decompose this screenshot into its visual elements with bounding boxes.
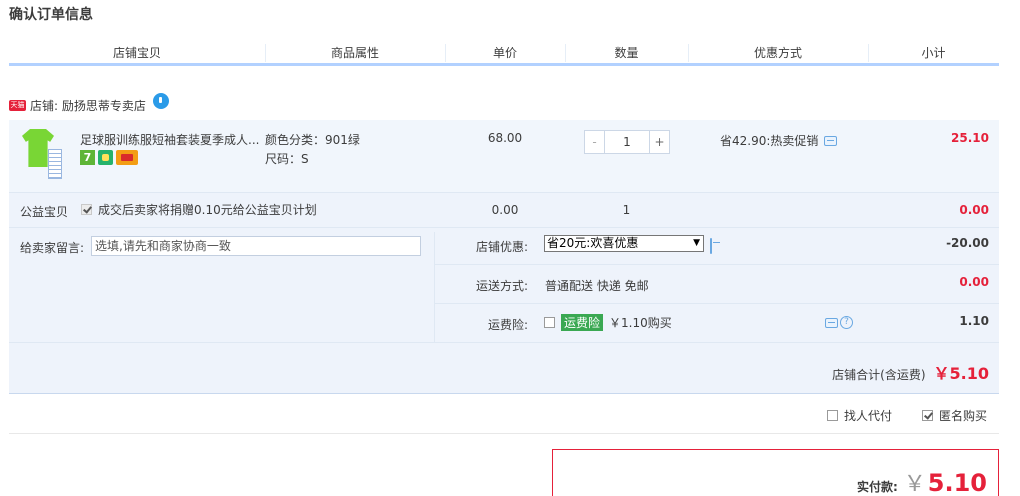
store-discount-select[interactable]: 省20元:欢喜优惠 bbox=[544, 235, 704, 252]
anonymous-option: 匿名购买 bbox=[922, 407, 987, 424]
quantity-stepper: - 1 + bbox=[584, 130, 670, 154]
row-divider bbox=[9, 192, 999, 193]
unit-price: 68.00 bbox=[487, 131, 523, 145]
shipping-label: 运送方式: bbox=[475, 279, 528, 293]
store-total-amount: ￥5.10 bbox=[933, 364, 989, 383]
item-subtotal: 25.10 bbox=[951, 131, 989, 145]
col-header-promo: 优惠方式 bbox=[753, 46, 802, 60]
shipping-value: 0.00 bbox=[959, 275, 989, 289]
help-icon[interactable]: ? bbox=[840, 316, 853, 329]
col-header-subtotal: 小计 bbox=[921, 46, 946, 60]
page-title: 确认订单信息 bbox=[9, 7, 93, 23]
store-total-label: 店铺合计(含运费) bbox=[832, 368, 926, 382]
anonymous-checkbox[interactable] bbox=[922, 410, 933, 421]
proxy-pay-option: 找人代付 bbox=[827, 407, 892, 424]
options-divider bbox=[9, 433, 999, 434]
currency-symbol: ￥ bbox=[903, 472, 926, 496]
insurance-value: 1.10 bbox=[959, 314, 989, 328]
product-thumbnail[interactable] bbox=[18, 129, 62, 179]
col-header-price: 单价 bbox=[492, 46, 517, 60]
product-title-link[interactable]: 足球服训练服短袖套装夏季成人... bbox=[80, 131, 260, 148]
qty-increment-button[interactable]: + bbox=[649, 131, 669, 153]
col-header-item: 店铺宝贝 bbox=[112, 46, 161, 60]
charity-label: 公益宝贝 bbox=[20, 205, 69, 219]
message-label: 给卖家留言: bbox=[20, 241, 85, 255]
payment-total: 实付款: ￥ 5.10 bbox=[857, 466, 987, 496]
row-divider bbox=[9, 227, 999, 228]
shopping-bag-icon[interactable] bbox=[98, 150, 113, 165]
charity-desc: 成交后卖家将捐赠0.10元给公益宝贝计划 bbox=[98, 203, 317, 217]
payment-label: 实付款: bbox=[856, 480, 898, 494]
row-divider bbox=[435, 264, 999, 265]
shipping-method: 普通配送 快递 免邮 bbox=[545, 279, 649, 293]
proxy-pay-label: 找人代付 bbox=[844, 409, 893, 423]
store-name-link[interactable]: 店铺: 励扬思蒂专卖店 bbox=[30, 97, 146, 114]
seven-day-return-icon[interactable]: 7 bbox=[80, 150, 95, 165]
insurance-checkbox[interactable] bbox=[544, 317, 555, 328]
insurance-price: ￥1.10购买 bbox=[609, 316, 672, 330]
col-header-attrs: 商品属性 bbox=[330, 46, 379, 60]
wangwang-chat-icon[interactable] bbox=[152, 93, 169, 109]
payment-amount: 5.10 bbox=[927, 469, 987, 496]
comment-icon[interactable] bbox=[825, 317, 838, 328]
charity-subtotal: 0.00 bbox=[959, 203, 989, 217]
qty-decrement-button[interactable]: - bbox=[585, 131, 605, 153]
panel-bottom-border bbox=[9, 393, 999, 394]
tmall-badge-icon: 天猫 bbox=[9, 99, 26, 111]
service-badges: 7 bbox=[80, 150, 138, 165]
comment-icon[interactable] bbox=[824, 135, 838, 146]
proxy-pay-checkbox[interactable] bbox=[827, 410, 838, 421]
attr-size: 尺码：S bbox=[265, 152, 309, 166]
promo-text: 省42.90:热卖促销 bbox=[720, 134, 819, 148]
credit-card-icon[interactable] bbox=[116, 150, 138, 165]
row-divider bbox=[435, 303, 999, 304]
store-row: 天猫 店铺: 励扬思蒂专卖店 bbox=[9, 93, 169, 115]
insurance-option: 运费险 ￥1.10购买 bbox=[544, 314, 672, 331]
qty-input[interactable]: 1 bbox=[605, 131, 649, 153]
store-discount-label: 店铺优惠: bbox=[475, 240, 528, 254]
charity-checkbox[interactable] bbox=[81, 204, 92, 215]
row-divider bbox=[9, 342, 999, 343]
store-discount-value: -20.00 bbox=[946, 236, 989, 250]
attr-color: 颜色分类：901绿 bbox=[265, 133, 360, 147]
header-underline bbox=[9, 63, 999, 66]
message-input[interactable]: 选填,请先和商家协商一致 bbox=[91, 236, 421, 256]
comment-icon[interactable] bbox=[710, 238, 712, 254]
size-chart-image bbox=[48, 149, 62, 179]
insurance-help: ? bbox=[825, 316, 853, 329]
anonymous-label: 匿名购买 bbox=[939, 409, 988, 423]
insurance-label: 运费险: bbox=[487, 318, 528, 332]
insurance-tag: 运费险 bbox=[561, 314, 604, 331]
charity-option: 成交后卖家将捐赠0.10元给公益宝贝计划 bbox=[81, 201, 317, 218]
charity-qty: 1 bbox=[622, 203, 631, 217]
store-total: 店铺合计(含运费) ￥5.10 bbox=[832, 360, 989, 384]
promo-info: 省42.90:热卖促销 bbox=[720, 132, 838, 149]
charity-price: 0.00 bbox=[491, 203, 519, 217]
col-header-qty: 数量 bbox=[614, 46, 639, 60]
